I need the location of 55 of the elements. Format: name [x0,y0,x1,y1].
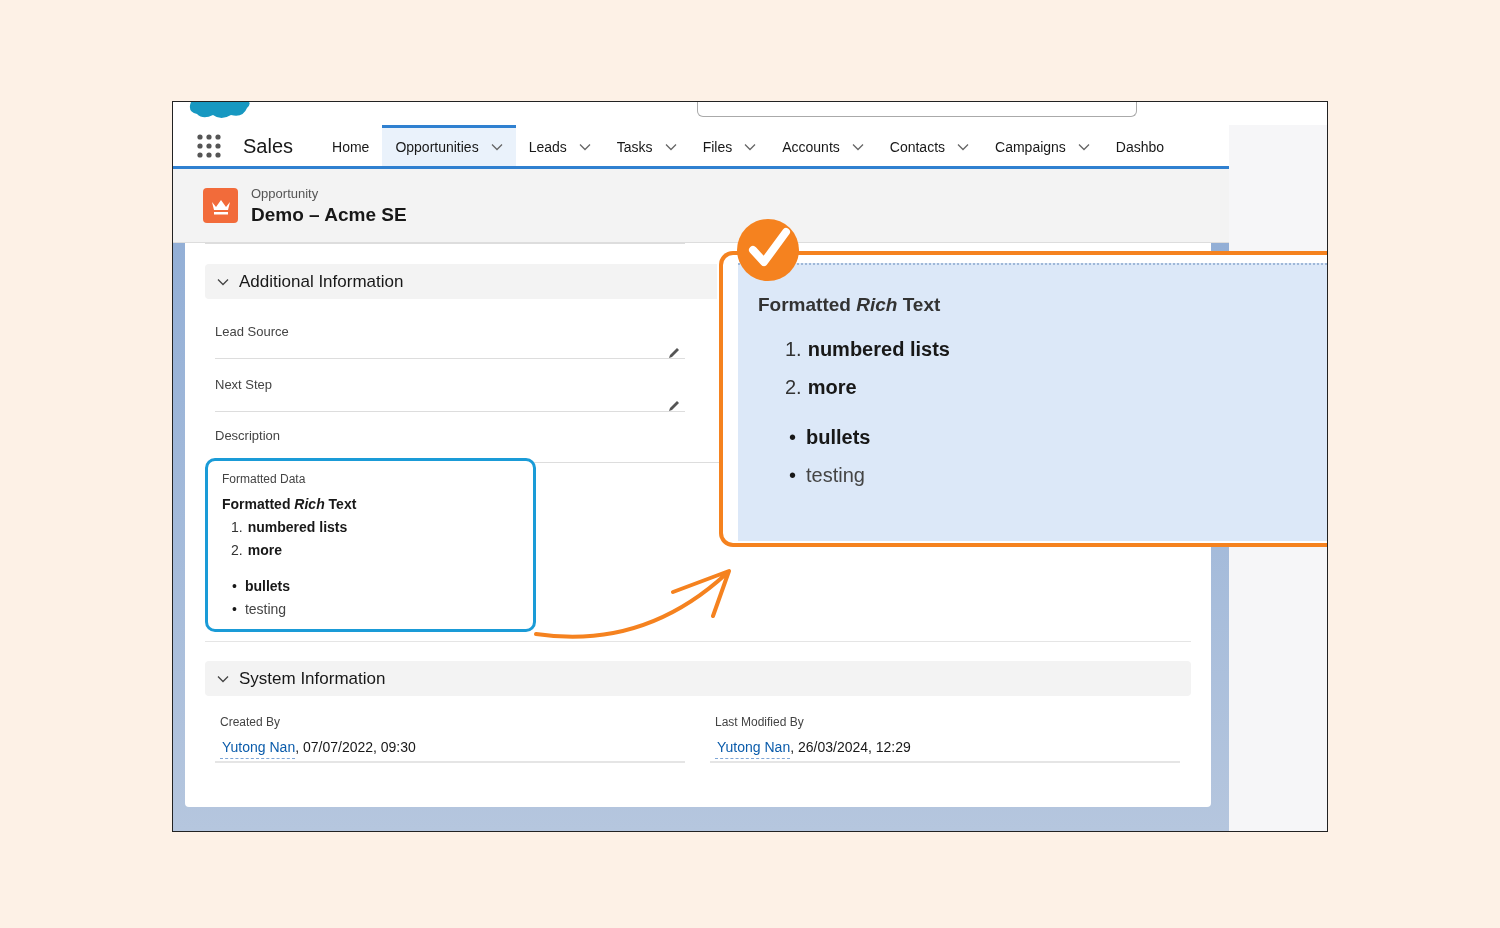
section-header[interactable]: Additional Information [205,264,717,299]
bullet-marker: • [789,462,796,488]
cloud-logo-icon [187,102,253,119]
chevron-down-icon [744,143,757,151]
list-item-text: testing [806,462,865,488]
pencil-icon[interactable] [667,345,681,360]
field-label: Formatted Data [222,471,306,488]
list-number: 1. [785,336,802,362]
list-item-text: numbered lists [807,336,950,362]
list-item-text: numbered lists [247,518,348,536]
chevron-down-icon [851,143,864,151]
section-header[interactable]: System Information [205,661,1191,696]
chevron-down-icon [490,143,503,151]
nav-tab[interactable]: Home [319,125,383,166]
search-field[interactable] [697,102,1137,117]
field-value: , 26/03/2024, 12:29 [790,738,911,757]
chevron-down-icon [1077,143,1090,151]
pencil-icon[interactable] [667,398,681,413]
nav-tab[interactable]: Files [689,125,770,166]
list-item-text: bullets [806,424,871,450]
chevron-down-icon [217,674,229,683]
list-number: 2. [785,374,802,400]
nav-tab[interactable]: Accounts [769,125,877,166]
list-item-text: more [247,541,282,559]
field-value: , 07/07/2022, 09:30 [295,738,416,757]
rich-text-heading: Formatted Rich Text [758,293,942,317]
record-title: Demo – Acme SE [251,203,407,228]
chevron-down-icon [664,143,677,151]
app-name: Sales [243,133,294,159]
list-number: 2. [231,541,243,559]
list-item-text: bullets [244,577,291,595]
field-label: Description [215,427,281,445]
field-label: Next Step [215,376,273,394]
field-label: Lead Source [215,323,289,341]
nav-tab[interactable]: Contacts [876,125,983,166]
field-label: Created By [220,714,282,731]
nav-tab[interactable]: Opportunities [382,125,516,166]
bullet-marker: • [232,600,237,618]
app-launcher-icon[interactable] [197,133,221,158]
bullet-marker: • [232,577,237,595]
list-item-text: testing [244,600,287,618]
list-item-text: more [807,374,857,400]
chevron-down-icon [957,143,970,151]
chevron-down-icon [578,143,591,151]
list-number: 1. [231,518,243,536]
opportunity-crown-icon [203,188,238,223]
nav-tab[interactable]: Tasks [603,125,690,166]
chevron-down-icon [217,277,229,286]
record-type: Opportunity [251,184,320,203]
rich-text-heading: Formatted Rich Text [222,495,357,513]
nav-tab[interactable]: Campaigns [982,125,1103,166]
nav-tab[interactable]: Dashbo [1102,125,1178,166]
bullet-marker: • [789,424,796,450]
field-label: Last Modified By [715,714,805,731]
nav-tab[interactable]: Leads [515,125,604,166]
